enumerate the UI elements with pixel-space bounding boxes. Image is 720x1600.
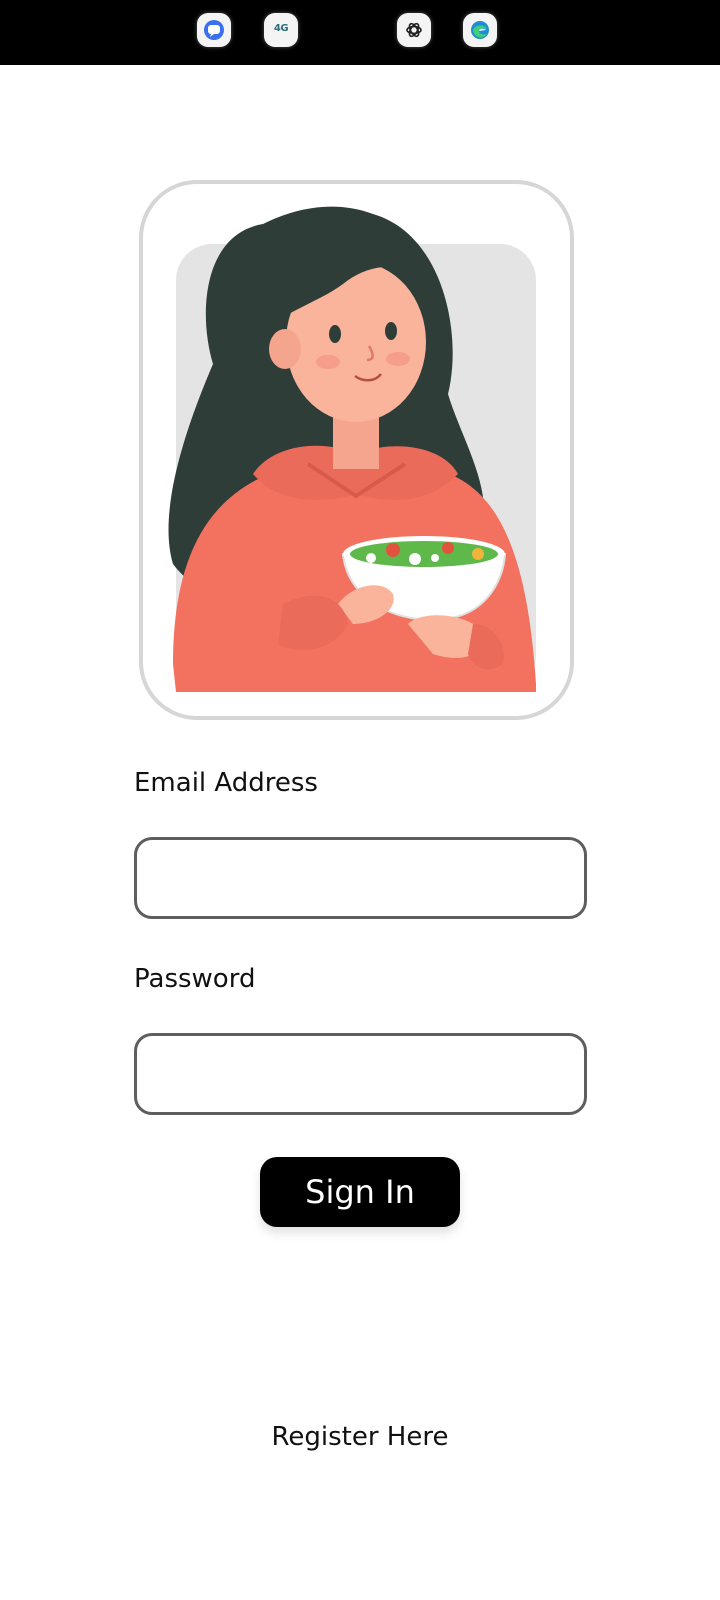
password-label: Password	[134, 964, 256, 994]
edge-browser-icon	[463, 13, 497, 47]
register-link[interactable]: Register Here	[0, 1422, 720, 1452]
status-bar: 4G	[0, 0, 720, 65]
email-label: Email Address	[134, 768, 318, 798]
password-field[interactable]	[134, 1033, 587, 1115]
network-4g-icon: 4G	[264, 13, 298, 47]
illustration-frame	[139, 180, 574, 720]
openai-icon	[397, 13, 431, 47]
email-field[interactable]	[134, 837, 587, 919]
woman-with-salad-illustration	[168, 206, 536, 692]
chat-bubble-icon	[197, 13, 231, 47]
sign-in-button[interactable]: Sign In	[260, 1157, 460, 1227]
